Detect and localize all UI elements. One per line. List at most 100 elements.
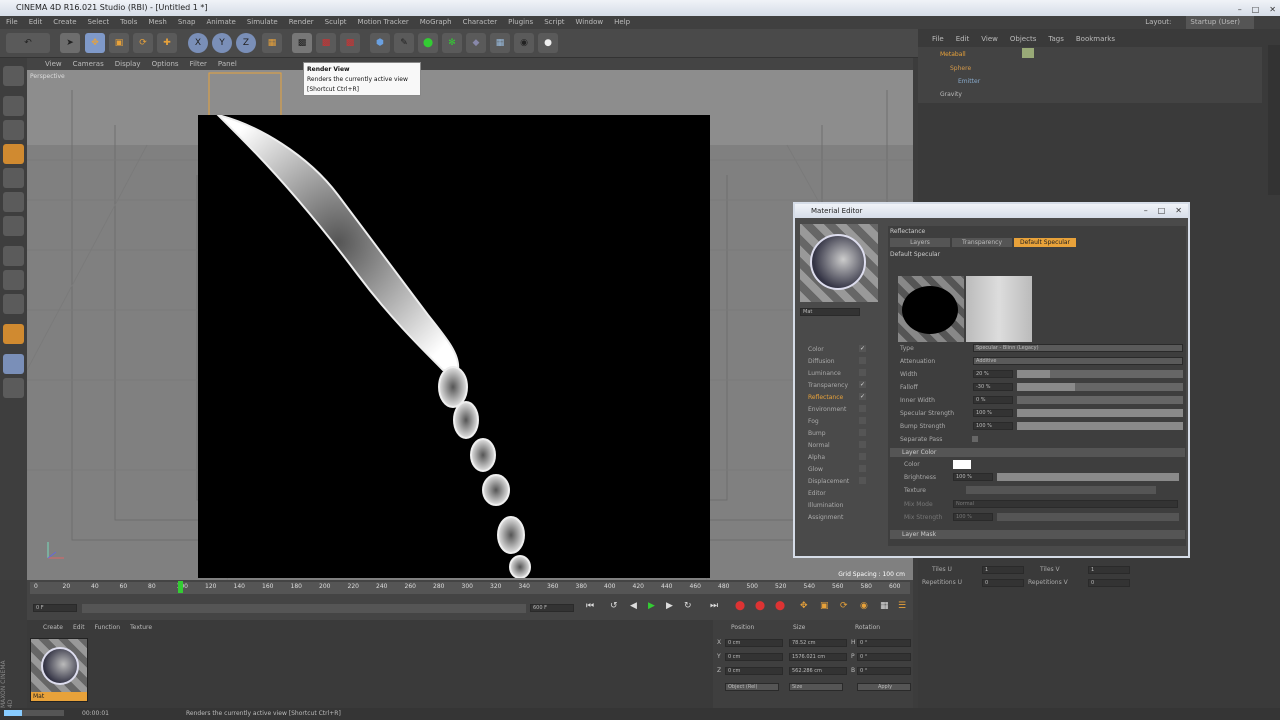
record-keyframe-icon[interactable]: ⬤: [735, 602, 745, 611]
om-menu-view[interactable]: View: [981, 35, 998, 45]
param-key-icon[interactable]: ◉: [860, 602, 868, 611]
prev-key-icon[interactable]: ↺: [610, 602, 618, 611]
menu-script[interactable]: Script: [544, 16, 564, 29]
channel-checkbox[interactable]: [859, 357, 866, 364]
separate-pass-checkbox[interactable]: [972, 436, 978, 442]
mix-strength-slider[interactable]: [997, 513, 1179, 521]
channel-assignment[interactable]: Assignment: [808, 513, 843, 522]
scale-tool-button[interactable]: ▣: [109, 33, 129, 53]
brightness-field[interactable]: 100 %: [953, 473, 993, 481]
size-x-field[interactable]: 78.52 cm: [789, 639, 847, 647]
rotation-p-field[interactable]: 0 °: [857, 653, 911, 661]
scale-key-icon[interactable]: ▣: [820, 602, 829, 611]
position-x-field[interactable]: 0 cm: [725, 639, 783, 647]
channel-luminance[interactable]: Luminance: [808, 369, 841, 378]
render-view-button[interactable]: ▩: [292, 33, 312, 53]
tab-transparency[interactable]: Transparency: [952, 238, 1012, 247]
mix-mode-dropdown[interactable]: Normal: [953, 500, 1178, 508]
menu-select[interactable]: Select: [88, 16, 110, 29]
object-metaball[interactable]: Metaball: [940, 49, 966, 60]
inner-width-slider[interactable]: [1017, 396, 1183, 404]
pen-spline-button[interactable]: ✎: [394, 33, 414, 53]
snap-button[interactable]: [3, 294, 24, 314]
menu-window[interactable]: Window: [576, 16, 604, 29]
layout-dropdown[interactable]: Startup (User): [1186, 16, 1254, 29]
next-frame-icon[interactable]: ▶: [666, 602, 673, 611]
bump-strength-field[interactable]: 100 %: [973, 422, 1013, 430]
channel-illumination[interactable]: Illumination: [808, 501, 843, 510]
editor-close-icon[interactable]: ✕: [1175, 206, 1182, 215]
make-editable-button[interactable]: [3, 66, 24, 86]
polygons-mode-button[interactable]: [3, 216, 24, 236]
channel-glow[interactable]: Glow: [808, 465, 823, 474]
type-dropdown[interactable]: Specular - Blinn (Legacy): [973, 344, 1183, 352]
menu-motion-tracker[interactable]: Motion Tracker: [358, 16, 409, 29]
tiles-u-field[interactable]: 1: [982, 566, 1024, 574]
om-menu-objects[interactable]: Objects: [1010, 35, 1036, 45]
camera-button[interactable]: ◉: [514, 33, 534, 53]
current-frame-field[interactable]: 0 F: [33, 604, 77, 612]
model-mode-button[interactable]: [3, 96, 24, 116]
x-axis-button[interactable]: X: [188, 33, 208, 53]
rep-u-field[interactable]: 0: [982, 579, 1024, 587]
inner-width-field[interactable]: 0 %: [973, 396, 1013, 404]
position-z-field[interactable]: 0 cm: [725, 667, 783, 675]
channel-reflectance[interactable]: Reflectance: [808, 393, 843, 402]
move-tool-button[interactable]: ✥: [85, 33, 105, 53]
menu-snap[interactable]: Snap: [178, 16, 196, 29]
planar-button[interactable]: [3, 378, 24, 398]
cube-button[interactable]: ⬢: [370, 33, 390, 53]
edges-mode-button[interactable]: [3, 192, 24, 212]
viewport-menu-options[interactable]: Options: [152, 58, 179, 70]
texture-slot[interactable]: [966, 486, 1156, 494]
position-y-field[interactable]: 0 cm: [725, 653, 783, 661]
axis-mode-button[interactable]: [3, 246, 24, 266]
channel-environment[interactable]: Environment: [808, 405, 846, 414]
floor-button[interactable]: ▦: [490, 33, 510, 53]
channel-fog[interactable]: Fog: [808, 417, 819, 426]
channel-checkbox[interactable]: [859, 441, 866, 448]
render-picture-viewer-button[interactable]: ▩: [316, 33, 336, 53]
position-key-icon[interactable]: ✥: [800, 602, 808, 611]
channel-transparency[interactable]: Transparency: [808, 381, 848, 390]
falloff-slider[interactable]: [1017, 383, 1183, 391]
points-mode-button[interactable]: [3, 168, 24, 188]
channel-alpha[interactable]: Alpha: [808, 453, 825, 462]
channel-checkbox[interactable]: ✓: [859, 345, 866, 352]
mm-menu-edit[interactable]: Edit: [73, 624, 85, 631]
menu-character[interactable]: Character: [463, 16, 498, 29]
locked-workplane-button[interactable]: [3, 354, 24, 374]
menu-mesh[interactable]: Mesh: [148, 16, 166, 29]
channel-checkbox[interactable]: [859, 465, 866, 472]
rotation-h-field[interactable]: 0 °: [857, 639, 911, 647]
menu-sculpt[interactable]: Sculpt: [325, 16, 347, 29]
specular-strength-slider[interactable]: [1017, 409, 1183, 417]
recent-tools-button[interactable]: ✚: [157, 33, 177, 53]
channel-checkbox[interactable]: ✓: [859, 393, 866, 400]
deformer-button[interactable]: ◆: [466, 33, 486, 53]
material-name[interactable]: Mat: [31, 692, 87, 701]
channel-checkbox[interactable]: [859, 417, 866, 424]
editor-minimize-icon[interactable]: –: [1144, 206, 1148, 215]
material-tag-icon[interactable]: [1022, 48, 1034, 58]
mm-menu-function[interactable]: Function: [95, 624, 121, 631]
channel-checkbox[interactable]: [859, 429, 866, 436]
material-name-field[interactable]: Mat: [800, 308, 860, 316]
size-z-field[interactable]: 562.286 cm: [789, 667, 847, 675]
tweak-mode-button[interactable]: [3, 270, 24, 290]
channel-editor[interactable]: Editor: [808, 489, 826, 498]
live-selection-button[interactable]: ➤: [60, 33, 80, 53]
viewport-menu-display[interactable]: Display: [115, 58, 141, 70]
object-emitter[interactable]: Emitter: [958, 76, 980, 87]
attenuation-dropdown[interactable]: Additive: [973, 357, 1183, 365]
menu-simulate[interactable]: Simulate: [247, 16, 278, 29]
material-editor-preview[interactable]: [800, 224, 878, 302]
layer-color-header[interactable]: Layer Color: [890, 448, 1185, 457]
object-gravity[interactable]: Gravity: [940, 89, 962, 100]
keyframe-selection-icon[interactable]: ⬤: [775, 602, 785, 611]
object-sphere[interactable]: Sphere: [950, 63, 971, 74]
om-menu-file[interactable]: File: [932, 35, 944, 45]
channel-checkbox[interactable]: [859, 405, 866, 412]
viewport-menu-filter[interactable]: Filter: [190, 58, 207, 70]
menu-file[interactable]: File: [6, 16, 18, 29]
